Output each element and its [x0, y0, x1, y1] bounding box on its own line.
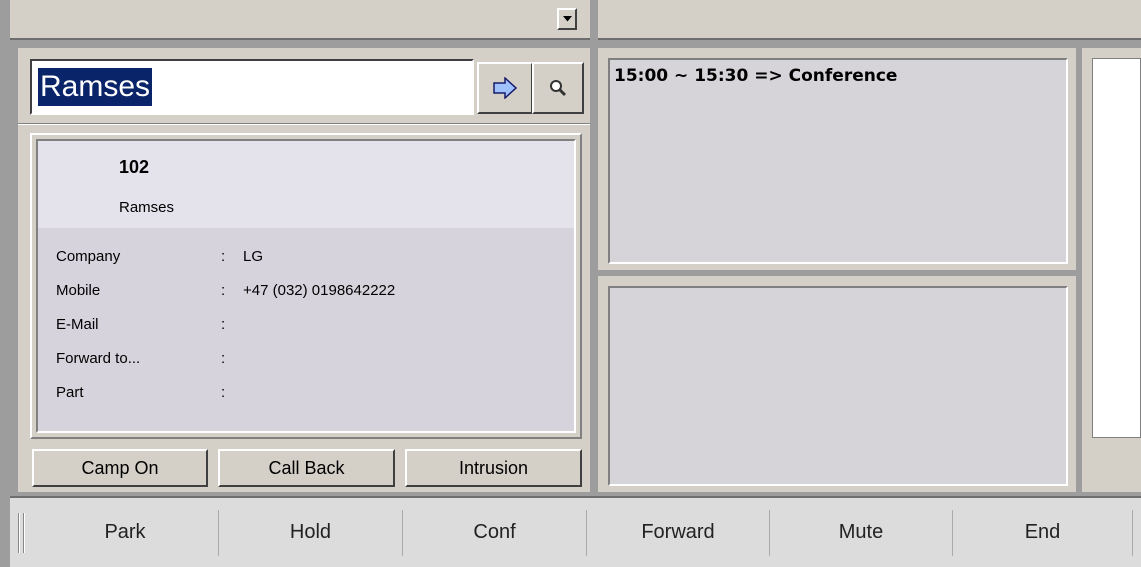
arrow-right-icon — [493, 77, 517, 99]
contact-card-header: 102 Ramses — [38, 141, 574, 228]
field-value: +47 (032) 0198642222 — [243, 281, 396, 299]
top-right-strip — [598, 0, 1141, 40]
forward-button[interactable]: Forward — [587, 509, 770, 556]
top-left-strip — [10, 0, 590, 40]
mute-button[interactable]: Mute — [770, 509, 953, 556]
field-company: Company : LG — [56, 239, 556, 273]
contact-card: 102 Ramses Company : LG Mobile : +47 (03… — [30, 133, 582, 439]
end-button[interactable]: End — [953, 509, 1133, 556]
schedule-entry[interactable]: 15:00 ~ 15:30 => Conference — [610, 60, 1066, 92]
right-panel — [1082, 48, 1141, 492]
conf-button[interactable]: Conf — [403, 509, 587, 556]
field-label: Part — [56, 383, 84, 401]
contact-card-inner: 102 Ramses Company : LG Mobile : +47 (03… — [36, 139, 576, 433]
contact-name: Ramses — [119, 199, 175, 216]
field-colon: : — [221, 315, 226, 333]
search-input-text: Ramses — [38, 68, 153, 106]
go-button[interactable] — [477, 62, 533, 114]
field-mobile: Mobile : +47 (032) 0198642222 — [56, 273, 556, 307]
schedule-panel: 15:00 ~ 15:30 => Conference — [598, 48, 1076, 270]
park-button[interactable]: Park — [32, 509, 219, 556]
search-divider — [18, 123, 590, 125]
field-forward-to: Forward to... : — [56, 341, 556, 375]
camp-on-button[interactable]: Camp On — [32, 449, 208, 487]
intrusion-button[interactable]: Intrusion — [405, 449, 582, 487]
field-label: E-Mail — [56, 315, 99, 333]
dropdown-button[interactable] — [557, 8, 577, 30]
contact-fields: Company : LG Mobile : +47 (032) 01986422… — [56, 239, 556, 409]
schedule-list[interactable]: 15:00 ~ 15:30 => Conference — [608, 58, 1068, 264]
notes-area[interactable] — [608, 286, 1068, 486]
hold-button[interactable]: Hold — [219, 509, 403, 556]
magnifier-icon — [550, 80, 567, 97]
call-toolbar: Park Hold Conf Forward Mute End — [10, 496, 1141, 567]
field-label: Mobile — [56, 281, 101, 299]
field-colon: : — [221, 281, 226, 299]
field-colon: : — [221, 247, 226, 265]
field-label: Forward to... — [56, 349, 141, 367]
search-button[interactable] — [532, 62, 584, 114]
field-part: Part : — [56, 375, 556, 409]
chevron-down-icon — [562, 16, 572, 22]
call-back-button[interactable]: Call Back — [218, 449, 395, 487]
field-colon: : — [221, 349, 226, 367]
field-label: Company — [56, 247, 121, 265]
field-value: LG — [243, 247, 264, 265]
right-white-area[interactable] — [1092, 58, 1141, 438]
search-input[interactable]: Ramses — [30, 59, 474, 115]
notes-panel — [598, 276, 1076, 492]
contact-panel: Ramses 102 Ramses Company : LG Mobile: … — [18, 48, 590, 492]
toolbar-grip[interactable] — [10, 510, 32, 556]
field-email: E-Mail : — [56, 307, 556, 341]
contact-extension: 102 — [119, 157, 150, 177]
field-colon: : — [221, 383, 226, 401]
